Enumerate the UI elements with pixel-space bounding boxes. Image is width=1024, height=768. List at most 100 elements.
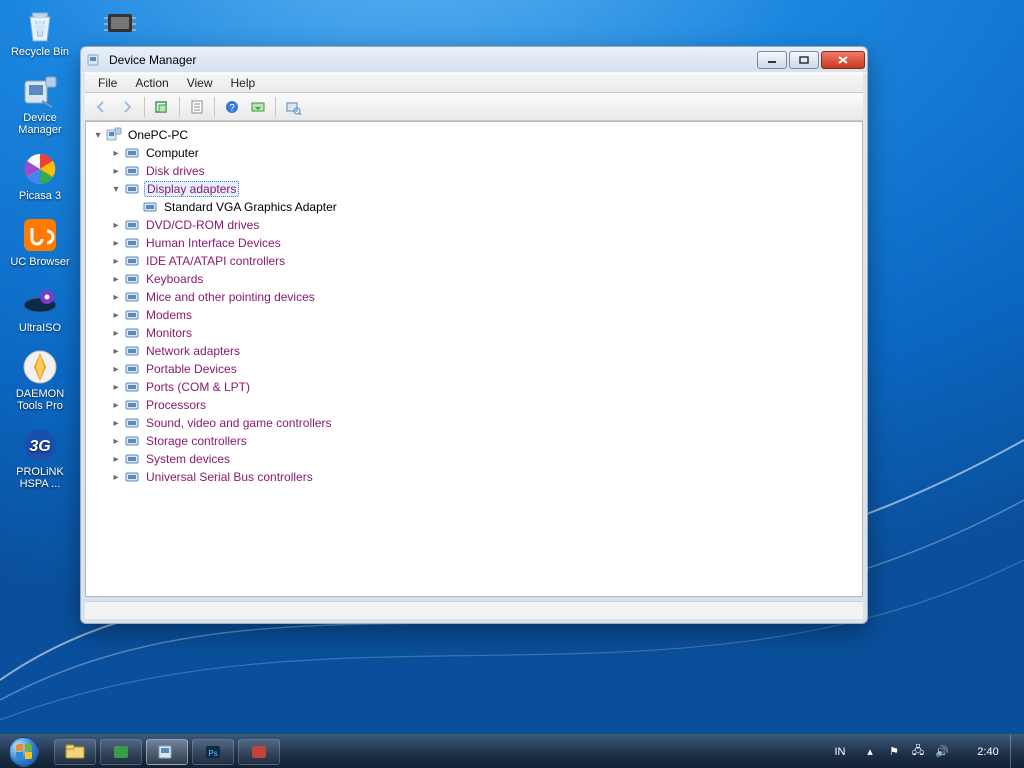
window-icon: [87, 52, 103, 68]
tree-node[interactable]: ▸Network adapters: [86, 342, 862, 360]
desktop-icon-uc-browser[interactable]: UC Browser: [6, 214, 74, 268]
tree-node[interactable]: ▸ Monitors: [86, 324, 862, 342]
desktop-shortcut-chip[interactable]: [96, 8, 144, 43]
collapse-icon[interactable]: ▾: [110, 183, 122, 195]
expand-icon[interactable]: ▸: [110, 345, 122, 357]
taskbar-item-app5[interactable]: [238, 739, 280, 765]
device-category-icon: [124, 415, 140, 431]
expand-icon[interactable]: ▸: [110, 237, 122, 249]
tree-node-label: Display adapters: [144, 181, 239, 197]
tree-node-label: Keyboards: [144, 272, 205, 286]
expand-icon[interactable]: ▸: [110, 291, 122, 303]
toolbar-scan-hardware[interactable]: [281, 96, 305, 118]
desktop-icon-device-manager[interactable]: Device Manager: [6, 70, 74, 136]
device-category-icon: [124, 163, 140, 179]
taskbar-clock[interactable]: 2:40: [966, 746, 1010, 758]
collapse-icon[interactable]: ▾: [92, 129, 104, 141]
tree-node-label: Processors: [144, 398, 208, 412]
tree-node[interactable]: ▸ Processors: [86, 396, 862, 414]
desktop-icon-label: DAEMON Tools Pro: [6, 388, 74, 412]
ultraiso-icon: [6, 280, 74, 322]
tree-node[interactable]: ▾ Display adapters: [86, 180, 862, 198]
expand-icon[interactable]: ▸: [110, 147, 122, 159]
tree-node[interactable]: ▸ Modems: [86, 306, 862, 324]
tree-node[interactable]: ▾OnePC-PC: [86, 126, 862, 144]
tree-node[interactable]: ▸Disk drives: [86, 162, 862, 180]
menu-view[interactable]: View: [178, 74, 222, 92]
expand-icon[interactable]: ▸: [110, 399, 122, 411]
tree-node[interactable]: Standard VGA Graphics Adapter: [86, 198, 862, 216]
tree-node[interactable]: ▸ Sound, video and game controllers: [86, 414, 862, 432]
tree-node-label: Modems: [144, 308, 194, 322]
tree-node[interactable]: ▸Portable Devices: [86, 360, 862, 378]
taskbar-item-explorer[interactable]: [54, 739, 96, 765]
desktop-icon-recycle-bin[interactable]: Recycle Bin: [6, 4, 74, 58]
tree-node[interactable]: ▸Universal Serial Bus controllers: [86, 468, 862, 486]
expand-icon[interactable]: ▸: [110, 309, 122, 321]
tree-node[interactable]: ▸Human Interface Devices: [86, 234, 862, 252]
tree-node[interactable]: ▸System devices: [86, 450, 862, 468]
toolbar-update-driver[interactable]: [246, 96, 270, 118]
close-button[interactable]: [821, 51, 865, 69]
start-button[interactable]: [0, 735, 48, 768]
tray-volume-icon[interactable]: 🔊: [934, 745, 950, 758]
desktop-icon-daemon-tools[interactable]: DAEMON Tools Pro: [6, 346, 74, 412]
tree-node-label: DVD/CD-ROM drives: [144, 218, 261, 232]
expand-icon[interactable]: ▸: [110, 471, 122, 483]
expand-icon[interactable]: ▸: [110, 255, 122, 267]
menu-file[interactable]: File: [89, 74, 126, 92]
taskbar-item-photoshop[interactable]: Ps: [192, 739, 234, 765]
device-category-icon: [124, 433, 140, 449]
tree-node-label: Sound, video and game controllers: [144, 416, 333, 430]
expand-icon[interactable]: ▸: [110, 381, 122, 393]
device-category-icon: [124, 343, 140, 359]
tray-network-icon[interactable]: 🖧: [910, 742, 926, 761]
tree-node[interactable]: ▸Computer: [86, 144, 862, 162]
expand-icon[interactable]: ▸: [110, 327, 122, 339]
toolbar-forward[interactable]: [115, 96, 139, 118]
tree-node-label: Ports (COM & LPT): [144, 380, 252, 394]
desktop-icon-ultraiso[interactable]: UltraISO: [6, 280, 74, 334]
desktop-icon-prolink[interactable]: 3G PROLiNK HSPA ...: [6, 424, 74, 490]
device-category-icon: [142, 199, 158, 215]
toolbar-properties[interactable]: [185, 96, 209, 118]
device-category-icon: [124, 325, 140, 341]
toolbar-help[interactable]: ?: [220, 96, 244, 118]
titlebar[interactable]: Device Manager: [81, 47, 867, 73]
tree-node[interactable]: ▸ Ports (COM & LPT): [86, 378, 862, 396]
expand-icon[interactable]: ▸: [110, 363, 122, 375]
windows-orb-icon: [9, 737, 39, 767]
expand-icon[interactable]: ▸: [110, 165, 122, 177]
expand-icon[interactable]: ▸: [110, 453, 122, 465]
tree-node[interactable]: ▸ Mice and other pointing devices: [86, 288, 862, 306]
expand-icon[interactable]: ▸: [110, 417, 122, 429]
expand-icon[interactable]: ▸: [110, 435, 122, 447]
tree-node[interactable]: ▸ Storage controllers: [86, 432, 862, 450]
tree-view[interactable]: ▾OnePC-PC▸Computer▸Disk drives ▾ Display a…: [85, 121, 863, 597]
uc-browser-icon: [6, 214, 74, 256]
device-category-icon: [124, 469, 140, 485]
tray-action-center-icon[interactable]: ⚑: [886, 745, 902, 758]
taskbar-item-app2[interactable]: [100, 739, 142, 765]
menu-help[interactable]: Help: [222, 74, 265, 92]
device-category-icon: [124, 397, 140, 413]
expand-icon[interactable]: ▸: [110, 219, 122, 231]
toolbar-back[interactable]: [89, 96, 113, 118]
taskbar-item-device-manager[interactable]: [146, 739, 188, 765]
show-desktop-button[interactable]: [1010, 735, 1020, 768]
desktop-icon-picasa[interactable]: Picasa 3: [6, 148, 74, 202]
toolbar-show-hidden[interactable]: [150, 96, 174, 118]
tray-chevron-up-icon[interactable]: ▴: [862, 745, 878, 758]
tree-node-label: Storage controllers: [144, 434, 249, 448]
tree-node-label: Monitors: [144, 326, 194, 340]
maximize-button[interactable]: [789, 51, 819, 69]
tree-node-label: Mice and other pointing devices: [144, 290, 317, 304]
tree-node[interactable]: ▸ Keyboards: [86, 270, 862, 288]
expand-icon[interactable]: ▸: [110, 273, 122, 285]
language-indicator[interactable]: IN: [828, 746, 852, 758]
minimize-button[interactable]: [757, 51, 787, 69]
device-category-icon: [124, 235, 140, 251]
tree-node[interactable]: ▸IDE ATA/ATAPI controllers: [86, 252, 862, 270]
tree-node[interactable]: ▸ DVD/CD-ROM drives: [86, 216, 862, 234]
menu-action[interactable]: Action: [126, 74, 177, 92]
